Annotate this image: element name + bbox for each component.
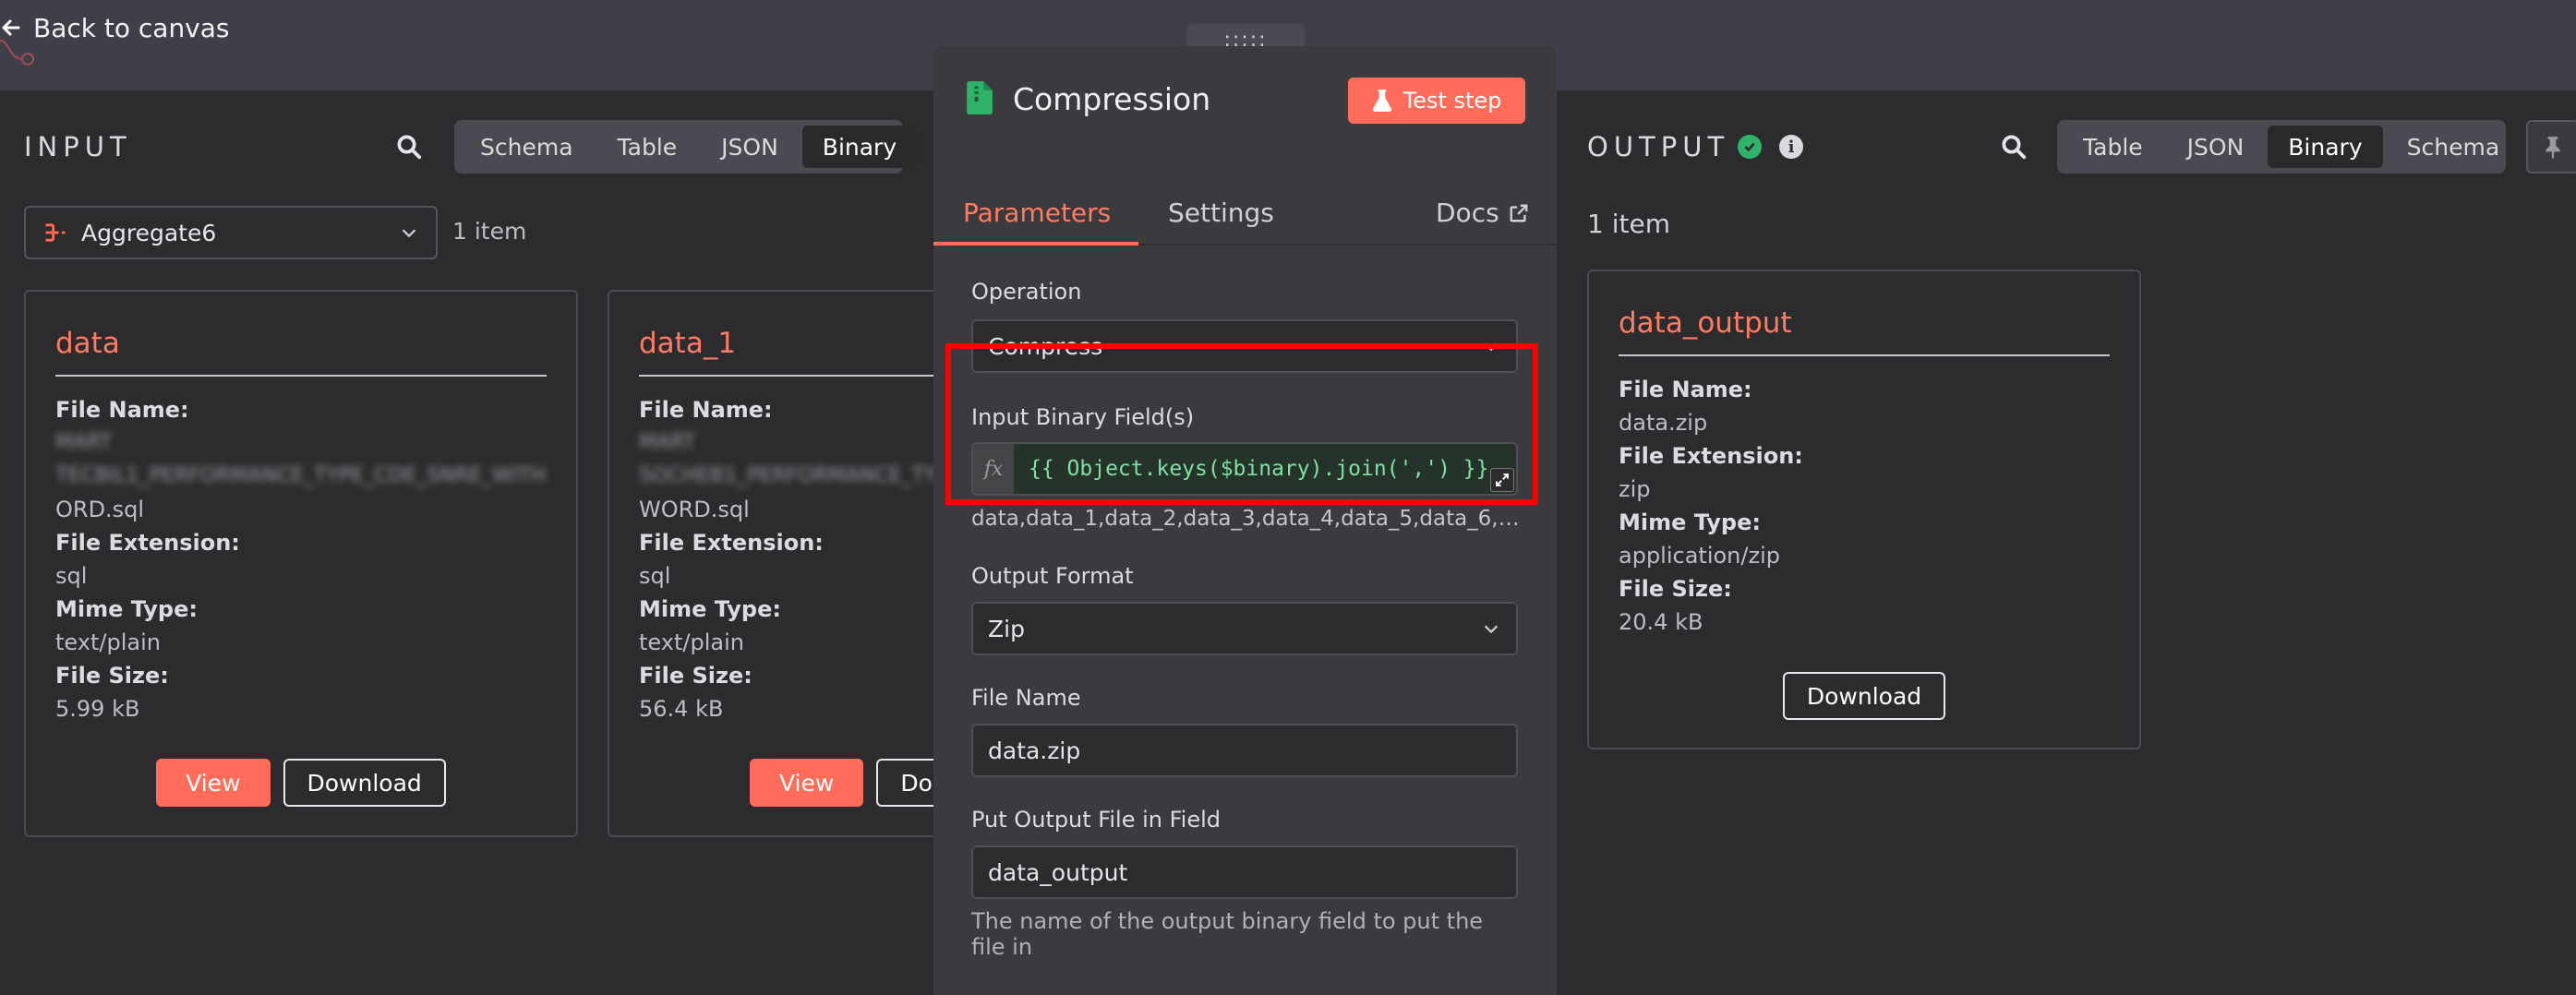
output-view-switcher: Table JSON Binary Schema [2057, 120, 2506, 174]
file-name-blurred: MART [55, 431, 113, 454]
card-actions: View Download [55, 759, 547, 807]
chevron-down-icon [1484, 625, 1499, 634]
download-button[interactable]: Download [283, 759, 446, 807]
input-binary-fields-label: Input Binary Field(s) [971, 404, 1195, 430]
input-tab-binary[interactable]: Binary [801, 126, 918, 168]
node-details-panel: Compression Test step Parameters Setting… [933, 46, 1557, 995]
mime-type-label: Mime Type: [55, 596, 198, 622]
output-panel-title: OUTPUT [1587, 131, 1730, 162]
binary-card-data: data File Name: MART TECBIL1_PERFORMANCE… [24, 290, 578, 837]
tab-parameters[interactable]: Parameters [963, 198, 1111, 228]
output-item-count: 1 item [1587, 209, 1670, 239]
file-name-input[interactable]: data.zip [971, 724, 1518, 777]
mime-type-value: text/plain [55, 629, 161, 655]
file-name-value: data.zip [1619, 410, 1708, 436]
file-extension-label: File Extension: [1619, 443, 1803, 469]
file-extension-value: zip [1619, 476, 1651, 502]
put-output-field-input[interactable]: data_output [971, 845, 1518, 899]
flask-icon [1372, 90, 1391, 112]
expression-text: {{ Object.keys($binary).join(',') }} [1029, 457, 1489, 481]
operation-select[interactable]: Compress [971, 319, 1518, 373]
node-header: Compression Test step [933, 46, 1557, 159]
aggregate-icon [45, 223, 66, 242]
chevron-down-icon [402, 229, 416, 238]
mime-type-label: Mime Type: [1619, 509, 1761, 535]
file-size-value: 20.4 kB [1619, 609, 1703, 635]
input-node-select[interactable]: Aggregate6 [24, 206, 438, 259]
file-name-label: File Name: [1619, 377, 1752, 402]
search-icon[interactable] [2000, 133, 2028, 161]
output-tab-table[interactable]: Table [2063, 126, 2163, 168]
input-tab-schema[interactable]: Schema [460, 126, 594, 168]
file-extension-value: sql [55, 563, 88, 589]
output-format-select[interactable]: Zip [971, 602, 1518, 655]
output-tab-schema[interactable]: Schema [2387, 126, 2521, 168]
pin-icon [2546, 137, 2560, 159]
output-format-value: Zip [988, 615, 1025, 642]
view-button[interactable]: View [750, 759, 864, 807]
card-actions: Download [1619, 672, 2110, 720]
operation-label: Operation [971, 279, 1082, 305]
input-node-select-value: Aggregate6 [81, 219, 217, 246]
expand-icon[interactable] [1490, 468, 1514, 492]
file-name-blurred: TECBIL1_PERFORMANCE_TYPE_CDE_SNRE_WITH [55, 464, 547, 487]
search-icon[interactable] [395, 133, 423, 161]
input-item-count: 1 item [452, 218, 527, 245]
input-tab-json[interactable]: JSON [701, 126, 799, 168]
input-binary-fields-expression: fx {{ Object.keys($binary).join(',') }} [971, 442, 1518, 496]
view-button[interactable]: View [156, 759, 271, 807]
canvas-connection-decoration [0, 40, 34, 66]
expression-result-preview: data,data_1,data_2,data_3,data_4,data_5,… [971, 507, 1520, 531]
output-tab-binary[interactable]: Binary [2268, 126, 2383, 168]
put-output-field-label: Put Output File in Field [971, 807, 1221, 833]
operation-value: Compress [988, 332, 1103, 360]
input-panel-title: INPUT [24, 131, 132, 162]
back-to-canvas-label: Back to canvas [33, 12, 230, 43]
file-name-field-label: File Name [971, 685, 1081, 711]
docs-link[interactable]: Docs [1436, 198, 1529, 228]
active-tab-indicator [933, 242, 1138, 246]
output-format-label: Output Format [971, 563, 1134, 589]
docs-label: Docs [1436, 198, 1499, 228]
put-output-field-value: data_output [988, 858, 1128, 886]
tab-settings[interactable]: Settings [1168, 198, 1274, 228]
file-extension-label: File Extension: [55, 530, 240, 556]
fx-icon: fx [973, 444, 1014, 494]
binary-card-title: data_output [1619, 306, 2110, 356]
chevron-down-icon [1484, 342, 1499, 352]
download-button[interactable]: Download [1782, 672, 1946, 720]
input-tab-table[interactable]: Table [597, 126, 698, 168]
file-name-label: File Name: [55, 397, 189, 423]
pin-data-button[interactable] [2526, 120, 2576, 174]
file-size-label: File Size: [1619, 576, 1732, 602]
binary-card-data-output: data_output File Name: data.zip File Ext… [1587, 270, 2141, 749]
put-output-field-hint: The name of the output binary field to p… [971, 908, 1484, 960]
node-title: Compression [1013, 81, 1211, 117]
node-tabs: Parameters Settings Docs [933, 150, 1557, 246]
file-name-input-value: data.zip [988, 737, 1081, 764]
file-name-value: ORD.sql [55, 497, 145, 522]
test-step-button[interactable]: Test step [1348, 78, 1525, 124]
binary-card-title: data [55, 327, 547, 377]
external-link-icon [1510, 204, 1528, 222]
file-size-value: 5.99 kB [55, 696, 140, 722]
mime-type-value: application/zip [1619, 543, 1780, 569]
expression-input[interactable]: {{ Object.keys($binary).join(',') }} [1014, 444, 1516, 494]
check-circle-icon [1738, 135, 1762, 159]
test-step-label: Test step [1402, 88, 1502, 114]
file-size-label: File Size: [55, 663, 169, 689]
input-view-switcher: Schema Table JSON Binary [454, 120, 918, 174]
zip-file-icon [967, 81, 993, 114]
output-tab-json[interactable]: JSON [2167, 126, 2265, 168]
info-icon[interactable]: i [1779, 135, 1803, 159]
